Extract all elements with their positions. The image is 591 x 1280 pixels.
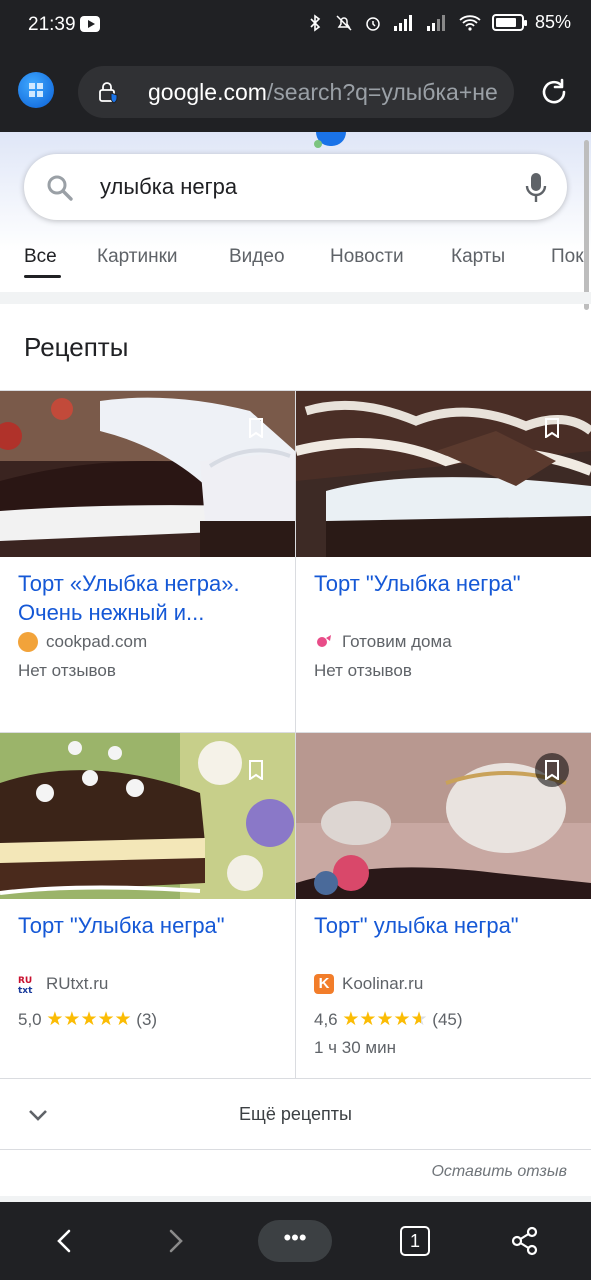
recipe-source: RU txt RUtxt.ru: [18, 974, 109, 996]
recipe-card[interactable]: Торт «Улыбка негра». Очень нежный и... c…: [0, 391, 295, 731]
bookmark-button[interactable]: [239, 753, 273, 787]
doodle-decoration: [314, 140, 322, 148]
review-count: (3): [136, 1010, 158, 1029]
url-path: /search?q=улыбка+не: [266, 79, 498, 105]
tab-images[interactable]: Картинки: [97, 246, 178, 268]
recipe-card[interactable]: Торт "Улыбка негра" Готовим дома Нет отз…: [296, 391, 591, 731]
more-recipes-label: Ещё рецепты: [239, 1104, 352, 1124]
bookmark-icon: [249, 418, 263, 438]
microphone-icon[interactable]: [524, 172, 548, 204]
search-tabs: Все Картинки Видео Новости Карты Пок: [0, 242, 591, 292]
battery-icon: [491, 14, 527, 31]
tab-news[interactable]: Новости: [330, 246, 404, 268]
recipe-source-name: Готовим дома: [342, 632, 452, 651]
recipe-rating: Нет отзывов: [314, 661, 412, 680]
more-recipes-button[interactable]: Ещё рецепты: [0, 1078, 591, 1150]
feedback-link[interactable]: Оставить отзыв: [431, 1163, 567, 1181]
recipe-source-name: RUtxt.ru: [46, 974, 109, 993]
bookmark-icon: [545, 760, 559, 780]
tab-shopping[interactable]: Пок: [551, 246, 584, 268]
section-divider: [0, 292, 591, 304]
url-text[interactable]: google.com/search?q=улыбка+не: [148, 79, 498, 106]
alarm-icon: [366, 16, 380, 31]
tabs-button[interactable]: 1: [400, 1226, 430, 1256]
bookmark-icon: [249, 760, 263, 780]
recipe-source: cookpad.com: [18, 632, 147, 652]
rating-stars: ★★★★★: [342, 1009, 428, 1030]
tab-maps[interactable]: Карты: [451, 246, 505, 268]
status-time: 21:39: [28, 14, 76, 35]
browser-bottom-bar: ••• 1: [0, 1202, 591, 1280]
active-tab-indicator: [24, 275, 61, 278]
bookmark-button[interactable]: [239, 411, 273, 445]
recipe-source: Готовим дома: [314, 632, 452, 652]
battery-percent: 85%: [534, 12, 571, 32]
recipe-rating: 4,6 ★★★★★ (45): [314, 1008, 463, 1031]
bluetooth-icon: [310, 13, 321, 32]
recipe-title[interactable]: Торт" улыбка негра": [314, 911, 576, 940]
svg-text:txt: txt: [18, 986, 33, 994]
search-icon[interactable]: [46, 174, 74, 202]
tab-all[interactable]: Все: [24, 246, 57, 268]
rutxt-favicon-icon: RU txt: [18, 974, 38, 996]
koolinar-favicon-icon: K: [314, 974, 334, 994]
mute-icon: [336, 14, 352, 31]
signal-icon: [393, 14, 412, 31]
recipe-rating: Нет отзывов: [18, 661, 116, 680]
browser-toolbar: google.com/search?q=улыбка+не: [0, 52, 591, 132]
tab-video[interactable]: Видео: [229, 246, 285, 268]
back-icon[interactable]: [50, 1226, 80, 1256]
share-icon[interactable]: [510, 1226, 540, 1256]
url-host: google.com: [148, 79, 267, 105]
scrollbar[interactable]: [584, 140, 589, 310]
rating-stars: ★★★★★: [46, 1009, 132, 1030]
address-bar[interactable]: google.com/search?q=улыбка+не: [78, 66, 514, 118]
menu-button[interactable]: •••: [258, 1220, 332, 1262]
recipe-title[interactable]: Торт «Улыбка негра». Очень нежный и...: [18, 569, 280, 627]
rating-value: 5,0: [18, 1010, 42, 1029]
bookmark-icon: [545, 418, 559, 438]
search-header: улыбка негра Все Картинки Видео Новости …: [0, 132, 591, 302]
cookpad-favicon-icon: [18, 632, 38, 652]
status-bar: 21:39 85%: [0, 0, 591, 52]
recipe-card[interactable]: Торт" улыбка негра" K Koolinar.ru 4,6 ★★…: [296, 733, 591, 1077]
recipe-rating: 5,0 ★★★★★ (3): [18, 1008, 157, 1031]
recipe-title[interactable]: Торт "Улыбка негра": [18, 911, 280, 940]
bookmark-button[interactable]: [535, 753, 569, 787]
search-query[interactable]: улыбка негра: [100, 174, 237, 200]
bookmark-button[interactable]: [535, 411, 569, 445]
recipe-source-name: Koolinar.ru: [342, 974, 424, 993]
reload-icon[interactable]: [538, 76, 570, 108]
recipe-source-name: cookpad.com: [46, 632, 148, 651]
review-count: (45): [432, 1010, 463, 1029]
youtube-icon: [80, 16, 100, 32]
wifi-icon: [459, 14, 481, 31]
recipe-source: K Koolinar.ru: [314, 974, 423, 994]
recipes-heading: Рецепты: [24, 332, 129, 362]
browser-logo-icon[interactable]: [18, 72, 54, 108]
forward-icon[interactable]: [160, 1226, 190, 1256]
gotovim-doma-favicon-icon: [314, 632, 334, 652]
search-input[interactable]: улыбка негра: [24, 154, 567, 220]
lock-icon[interactable]: [96, 80, 120, 104]
rating-value: 4,6: [314, 1010, 338, 1029]
cook-time: 1 ч 30 мин: [314, 1038, 396, 1057]
svg-text:RU: RU: [18, 976, 32, 986]
recipe-title[interactable]: Торт "Улыбка негра": [314, 569, 576, 598]
signal-icon: [426, 14, 445, 31]
recipe-card[interactable]: Торт "Улыбка негра" RU txt RUtxt.ru 5,0 ★…: [0, 733, 295, 1077]
